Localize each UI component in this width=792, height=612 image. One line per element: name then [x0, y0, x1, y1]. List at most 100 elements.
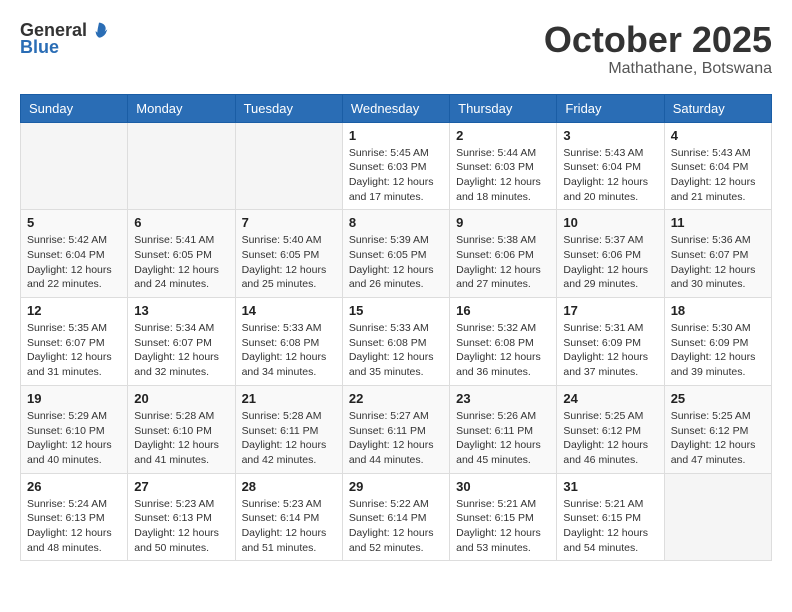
calendar-cell: [21, 122, 128, 210]
day-number: 22: [349, 391, 443, 406]
calendar-cell: 21 Sunrise: 5:28 AMSunset: 6:11 PMDayligh…: [235, 385, 342, 473]
logo-bird-icon: [89, 21, 109, 41]
weekday-header-sunday: Sunday: [21, 94, 128, 122]
day-info: Sunrise: 5:23 AMSunset: 6:13 PMDaylight:…: [134, 497, 228, 556]
weekday-header-tuesday: Tuesday: [235, 94, 342, 122]
day-number: 15: [349, 303, 443, 318]
day-info: Sunrise: 5:33 AMSunset: 6:08 PMDaylight:…: [349, 321, 443, 380]
calendar-week-row: 12 Sunrise: 5:35 AMSunset: 6:07 PMDayligh…: [21, 298, 772, 386]
calendar-cell: 13 Sunrise: 5:34 AMSunset: 6:07 PMDayligh…: [128, 298, 235, 386]
weekday-header-wednesday: Wednesday: [342, 94, 449, 122]
calendar-cell: 4 Sunrise: 5:43 AMSunset: 6:04 PMDaylight…: [664, 122, 771, 210]
calendar-cell: 8 Sunrise: 5:39 AMSunset: 6:05 PMDaylight…: [342, 210, 449, 298]
day-number: 30: [456, 479, 550, 494]
day-number: 1: [349, 128, 443, 143]
day-info: Sunrise: 5:28 AMSunset: 6:11 PMDaylight:…: [242, 409, 336, 468]
day-number: 14: [242, 303, 336, 318]
day-number: 4: [671, 128, 765, 143]
calendar-week-row: 5Sunrise: 5:42 AMSunset: 6:04 PMDaylight…: [21, 210, 772, 298]
day-number: 9: [456, 215, 550, 230]
calendar-cell: 28 Sunrise: 5:23 AMSunset: 6:14 PMDayligh…: [235, 473, 342, 561]
calendar-cell: 9 Sunrise: 5:38 AMSunset: 6:06 PMDaylight…: [450, 210, 557, 298]
day-info: Sunrise: 5:40 AMSunset: 6:05 PMDaylight:…: [242, 233, 336, 292]
day-info: Sunrise: 5:21 AMSunset: 6:15 PMDaylight:…: [563, 497, 657, 556]
calendar-cell: [664, 473, 771, 561]
day-info: Sunrise: 5:24 AMSunset: 6:13 PMDaylight:…: [27, 497, 121, 556]
day-number: 12: [27, 303, 121, 318]
calendar-cell: 27 Sunrise: 5:23 AMSunset: 6:13 PMDayligh…: [128, 473, 235, 561]
day-number: 23: [456, 391, 550, 406]
day-number: 16: [456, 303, 550, 318]
day-info: Sunrise: 5:27 AMSunset: 6:11 PMDaylight:…: [349, 409, 443, 468]
calendar-cell: 11Sunrise: 5:36 AMSunset: 6:07 PMDayligh…: [664, 210, 771, 298]
day-info: Sunrise: 5:22 AMSunset: 6:14 PMDaylight:…: [349, 497, 443, 556]
day-info: Sunrise: 5:23 AMSunset: 6:14 PMDaylight:…: [242, 497, 336, 556]
day-number: 17: [563, 303, 657, 318]
day-number: 28: [242, 479, 336, 494]
calendar-cell: 18Sunrise: 5:30 AMSunset: 6:09 PMDayligh…: [664, 298, 771, 386]
day-info: Sunrise: 5:31 AMSunset: 6:09 PMDaylight:…: [563, 321, 657, 380]
day-number: 7: [242, 215, 336, 230]
day-number: 20: [134, 391, 228, 406]
calendar-cell: 29 Sunrise: 5:22 AMSunset: 6:14 PMDayligh…: [342, 473, 449, 561]
calendar-cell: 2Sunrise: 5:44 AMSunset: 6:03 PMDaylight…: [450, 122, 557, 210]
day-info: Sunrise: 5:34 AMSunset: 6:07 PMDaylight:…: [134, 321, 228, 380]
calendar-cell: 5Sunrise: 5:42 AMSunset: 6:04 PMDaylight…: [21, 210, 128, 298]
calendar-cell: [235, 122, 342, 210]
calendar-cell: 26 Sunrise: 5:24 AMSunset: 6:13 PMDayligh…: [21, 473, 128, 561]
day-info: Sunrise: 5:38 AMSunset: 6:06 PMDaylight:…: [456, 233, 550, 292]
day-number: 10: [563, 215, 657, 230]
day-info: Sunrise: 5:35 AMSunset: 6:07 PMDaylight:…: [27, 321, 121, 380]
day-number: 2: [456, 128, 550, 143]
day-info: Sunrise: 5:30 AMSunset: 6:09 PMDaylight:…: [671, 321, 765, 380]
day-number: 13: [134, 303, 228, 318]
calendar-cell: 19 Sunrise: 5:29 AMSunset: 6:10 PMDayligh…: [21, 385, 128, 473]
weekday-header-thursday: Thursday: [450, 94, 557, 122]
weekday-header-saturday: Saturday: [664, 94, 771, 122]
calendar-cell: 7 Sunrise: 5:40 AMSunset: 6:05 PMDaylight…: [235, 210, 342, 298]
calendar-cell: 17 Sunrise: 5:31 AMSunset: 6:09 PMDayligh…: [557, 298, 664, 386]
calendar-week-row: 26 Sunrise: 5:24 AMSunset: 6:13 PMDayligh…: [21, 473, 772, 561]
day-number: 31: [563, 479, 657, 494]
calendar-cell: 12 Sunrise: 5:35 AMSunset: 6:07 PMDayligh…: [21, 298, 128, 386]
day-info: Sunrise: 5:26 AMSunset: 6:11 PMDaylight:…: [456, 409, 550, 468]
day-info: Sunrise: 5:21 AMSunset: 6:15 PMDaylight:…: [456, 497, 550, 556]
page-header: General Blue October 2025 Mathathane, Bo…: [20, 20, 772, 78]
day-info: Sunrise: 5:25 AMSunset: 6:12 PMDaylight:…: [563, 409, 657, 468]
day-info: Sunrise: 5:43 AMSunset: 6:04 PMDaylight:…: [671, 146, 765, 205]
day-info: Sunrise: 5:39 AMSunset: 6:05 PMDaylight:…: [349, 233, 443, 292]
day-number: 8: [349, 215, 443, 230]
calendar-cell: 31 Sunrise: 5:21 AMSunset: 6:15 PMDayligh…: [557, 473, 664, 561]
day-info: Sunrise: 5:32 AMSunset: 6:08 PMDaylight:…: [456, 321, 550, 380]
day-info: Sunrise: 5:29 AMSunset: 6:10 PMDaylight:…: [27, 409, 121, 468]
day-info: Sunrise: 5:43 AMSunset: 6:04 PMDaylight:…: [563, 146, 657, 205]
calendar-cell: 30 Sunrise: 5:21 AMSunset: 6:15 PMDayligh…: [450, 473, 557, 561]
calendar-table: SundayMondayTuesdayWednesdayThursdayFrid…: [20, 94, 772, 562]
day-info: Sunrise: 5:28 AMSunset: 6:10 PMDaylight:…: [134, 409, 228, 468]
calendar-week-row: 1Sunrise: 5:45 AMSunset: 6:03 PMDaylight…: [21, 122, 772, 210]
calendar-cell: 15 Sunrise: 5:33 AMSunset: 6:08 PMDayligh…: [342, 298, 449, 386]
day-number: 29: [349, 479, 443, 494]
day-info: Sunrise: 5:37 AMSunset: 6:06 PMDaylight:…: [563, 233, 657, 292]
calendar-cell: 20 Sunrise: 5:28 AMSunset: 6:10 PMDayligh…: [128, 385, 235, 473]
calendar-cell: 22 Sunrise: 5:27 AMSunset: 6:11 PMDayligh…: [342, 385, 449, 473]
weekday-header-monday: Monday: [128, 94, 235, 122]
calendar-week-row: 19 Sunrise: 5:29 AMSunset: 6:10 PMDayligh…: [21, 385, 772, 473]
calendar-cell: 25 Sunrise: 5:25 AMSunset: 6:12 PMDayligh…: [664, 385, 771, 473]
day-info: Sunrise: 5:33 AMSunset: 6:08 PMDaylight:…: [242, 321, 336, 380]
calendar-cell: 3Sunrise: 5:43 AMSunset: 6:04 PMDaylight…: [557, 122, 664, 210]
calendar-cell: 23 Sunrise: 5:26 AMSunset: 6:11 PMDayligh…: [450, 385, 557, 473]
day-number: 21: [242, 391, 336, 406]
month-title: October 2025: [544, 20, 772, 60]
day-number: 11: [671, 215, 765, 230]
location-title: Mathathane, Botswana: [544, 60, 772, 78]
title-block: October 2025 Mathathane, Botswana: [544, 20, 772, 78]
day-number: 19: [27, 391, 121, 406]
calendar-cell: 6Sunrise: 5:41 AMSunset: 6:05 PMDaylight…: [128, 210, 235, 298]
day-number: 27: [134, 479, 228, 494]
day-number: 25: [671, 391, 765, 406]
weekday-header-friday: Friday: [557, 94, 664, 122]
day-number: 26: [27, 479, 121, 494]
calendar-cell: 10 Sunrise: 5:37 AMSunset: 6:06 PMDayligh…: [557, 210, 664, 298]
day-info: Sunrise: 5:25 AMSunset: 6:12 PMDaylight:…: [671, 409, 765, 468]
